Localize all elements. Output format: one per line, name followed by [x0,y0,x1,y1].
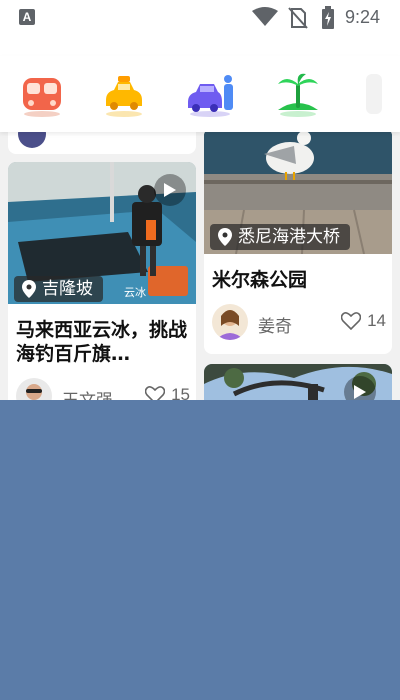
card-title[interactable]: 马来西亚云冰，挑战海钓百斤旗… [16,318,192,366]
author-name[interactable]: 姜奇 [258,312,292,337]
no-sim-icon [288,7,308,29]
card-meta: 姜奇 14 [212,304,388,340]
wifi-icon [252,7,278,26]
card-photo [204,364,392,400]
heart-icon [341,312,362,330]
status-bar: A 9:24 [0,0,400,36]
location-tag: 悉尼海港大桥 [210,224,350,250]
like-count[interactable]: 14 [341,311,386,331]
battery-charging-icon [322,6,334,29]
card-title[interactable]: 米尔森公园 [212,268,388,292]
island-icon [278,73,318,117]
play-button[interactable] [344,376,376,400]
play-icon [354,385,366,399]
bus-icon [23,78,61,117]
avatar[interactable] [212,304,248,340]
video-watermark: 云冰 [124,286,146,299]
feed-card[interactable] [204,364,392,400]
category-taxi[interactable] [100,70,148,118]
card-photo: 悉尼海港大桥 [204,132,392,254]
like-count[interactable]: 15 [145,385,190,400]
bottom-panel [0,400,400,700]
card-meta: 王文强 15 [16,378,192,400]
location-pin-icon [22,280,36,298]
play-button[interactable] [154,174,186,206]
accessibility-icon: A [19,9,35,25]
travel-feed: 吉隆坡 云冰 马来西亚云冰，挑战海钓百斤旗… 王文强 [0,132,400,400]
location-pin-icon [218,228,232,246]
avatar[interactable] [16,378,52,400]
clock: 9:24 [345,7,381,27]
category-bus[interactable] [18,70,66,118]
location-tag: 吉隆坡 [14,276,103,302]
app-screen: A 9:24 吉隆坡 云冰 马来西亚云冰，挑战海钓百斤旗… 15 悉尼海港大桥 … [0,0,400,700]
category-island[interactable] [274,70,322,118]
feed-card[interactable] [8,132,196,154]
category-bar [0,56,400,132]
avatar [18,132,46,148]
feed-card-park[interactable]: 悉尼海港大桥 米尔森公园 姜奇 14 [204,132,392,354]
category-car-rental[interactable] [186,70,234,118]
category-more[interactable] [366,74,382,114]
card-photo: 吉隆坡 云冰 [8,162,196,304]
heart-icon [145,386,166,400]
taxi-icon [106,76,142,117]
author-name[interactable]: 王文强 [62,386,113,400]
play-icon [164,183,176,197]
feed-card-fishing[interactable]: 吉隆坡 云冰 马来西亚云冰，挑战海钓百斤旗… 王文强 [8,162,196,400]
car-rental-icon [188,75,233,117]
